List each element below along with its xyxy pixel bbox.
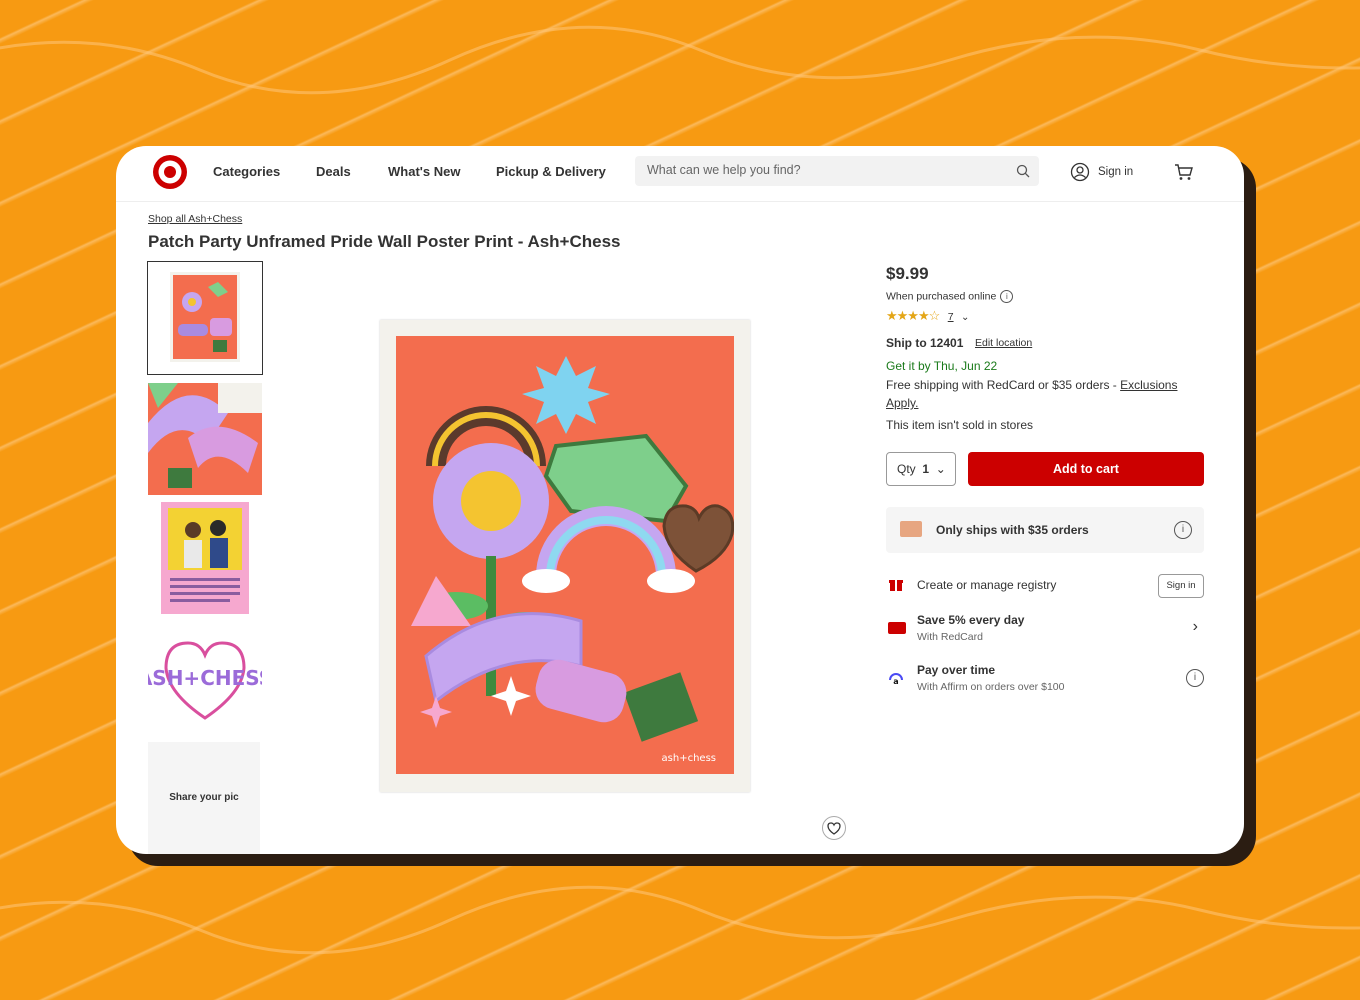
nav-whats-new[interactable]: What's New — [388, 164, 460, 179]
shipping-box-icon — [900, 521, 922, 537]
search-input[interactable] — [645, 162, 1009, 178]
ash-chess-logo-text: ASH+CHESS — [148, 666, 262, 690]
rating[interactable]: ★★★★☆ 7 ⌄ — [886, 307, 969, 323]
free-shipping-text: Free shipping with RedCard or $35 orders… — [886, 378, 1117, 392]
registry-sign-in-button[interactable]: Sign in — [1158, 574, 1204, 598]
shipping-threshold-banner: Only ships with $35 orders i — [886, 507, 1204, 553]
info-icon[interactable]: i — [1000, 290, 1014, 303]
thumbnail-lifestyle-image — [161, 502, 249, 614]
poster-signature-text: ash+chess — [662, 753, 716, 764]
chevron-right-icon[interactable]: › — [1193, 618, 1198, 636]
browser-window: Categories Deals What's New Pickup & Del… — [116, 146, 1244, 854]
redcard-subtitle: With RedCard — [917, 631, 983, 643]
ship-to: Ship to 12401 — [886, 336, 964, 350]
affirm-subtitle: With Affirm on orders over $100 — [917, 681, 1065, 693]
edit-location-link[interactable]: Edit location — [975, 337, 1032, 349]
thumbnail-poster-image — [170, 272, 240, 362]
redcard-icon — [888, 622, 906, 634]
affirm-title: Pay over time — [917, 663, 996, 677]
thumbnail-4[interactable]: ASH+CHESS — [148, 623, 262, 735]
search-bar — [635, 156, 1039, 186]
gift-icon — [889, 580, 903, 591]
product-title: Patch Party Unframed Pride Wall Poster P… — [148, 232, 621, 251]
main-product-image[interactable]: ash+chess — [380, 320, 750, 792]
heart-icon — [827, 822, 841, 835]
delivery-estimate: Get it by Thu, Jun 22 — [886, 359, 998, 373]
price-note: When purchased online i — [886, 290, 1014, 303]
redcard-title: Save 5% every day — [917, 613, 1025, 627]
qty-label: Qty 1 ⌄ — [897, 462, 946, 476]
add-to-cart-button[interactable]: Add to cart — [968, 452, 1204, 486]
share-your-pic-tile[interactable]: Share your pic — [148, 742, 260, 854]
account-icon — [1070, 162, 1090, 182]
breadcrumb-link[interactable]: Shop all Ash+Chess — [148, 213, 242, 225]
thumbnail-3[interactable] — [148, 502, 262, 614]
target-logo-icon[interactable] — [152, 154, 188, 190]
rating-stars-icon: ★★★★☆ — [886, 308, 940, 323]
top-navigation: Categories Deals What's New Pickup & Del… — [116, 146, 1244, 202]
poster-artwork: ash+chess — [396, 336, 734, 774]
search-icon[interactable] — [1016, 164, 1030, 178]
chevron-down-icon[interactable]: ⌄ — [961, 312, 969, 323]
price-note-text: When purchased online — [886, 290, 997, 303]
rating-count[interactable]: 7 — [948, 311, 954, 323]
nav-pickup-delivery[interactable]: Pickup & Delivery — [496, 164, 606, 179]
price: $9.99 — [886, 264, 929, 283]
store-availability: This item isn't sold in stores — [886, 418, 1034, 432]
svg-text:a: a — [893, 677, 898, 686]
info-icon[interactable]: i — [1174, 521, 1192, 539]
ash-chess-logo-image: ASH+CHESS — [148, 641, 262, 720]
affirm-icon: a — [889, 673, 903, 686]
sign-in-label: Sign in — [1098, 166, 1134, 178]
thumbnail-2[interactable] — [148, 383, 262, 495]
thumbnail-1[interactable] — [147, 261, 263, 375]
free-shipping-note: Free shipping with RedCard or $35 orders… — [886, 376, 1206, 412]
shipping-threshold-text: Only ships with $35 orders — [936, 523, 1089, 537]
share-your-pic-label: Share your pic — [169, 792, 239, 803]
info-icon[interactable]: i — [1186, 669, 1204, 687]
registry-label[interactable]: Create or manage registry — [917, 578, 1056, 592]
thumbnail-closeup-image — [148, 383, 262, 495]
nav-categories[interactable]: Categories — [213, 164, 280, 179]
cart-icon[interactable] — [1174, 162, 1194, 182]
favorite-button[interactable] — [822, 816, 846, 840]
nav-deals[interactable]: Deals — [316, 164, 351, 179]
quantity-select[interactable]: Qty 1 ⌄ — [886, 452, 956, 486]
